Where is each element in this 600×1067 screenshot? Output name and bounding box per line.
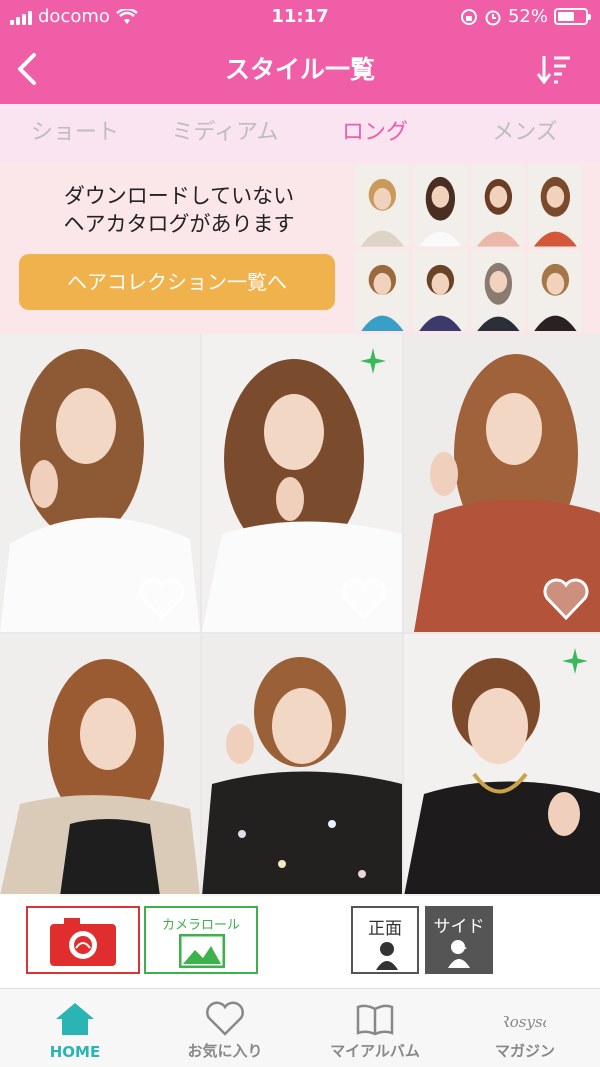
catalog-thumbnails	[355, 165, 583, 331]
status-bar: docomo 11:17 52%	[0, 0, 600, 34]
front-view-button[interactable]: 正面	[351, 906, 419, 974]
catalog-thumb	[470, 165, 526, 247]
style-photo[interactable]	[0, 634, 200, 896]
side-silhouette-icon	[448, 940, 470, 968]
rosysa-logo: Rosysa	[504, 1013, 546, 1031]
new-badge-icon	[360, 348, 386, 374]
catalog-thumb	[470, 249, 526, 331]
category-tabs: ショート ミディアム ロング メンズ	[0, 104, 600, 162]
catalog-thumb	[412, 165, 468, 247]
style-photo[interactable]	[202, 334, 402, 632]
camera-roll-button[interactable]: カメラロール	[144, 906, 258, 974]
side-label: サイド	[433, 917, 485, 937]
download-banner: ダウンロードしていない ヘアカタログがあります ヘアコレクション一覧へ	[0, 162, 600, 334]
catalog-thumb	[412, 249, 468, 331]
book-icon	[356, 1004, 394, 1036]
tab-medium[interactable]: ミディアム	[150, 104, 300, 162]
front-silhouette-icon	[376, 942, 398, 970]
alarm-icon	[485, 10, 501, 25]
banner-message: ダウンロードしていない ヘアカタログがあります	[63, 184, 295, 236]
nav-bar: スタイル一覧	[0, 34, 600, 104]
catalog-thumb	[355, 249, 410, 331]
catalog-thumb	[528, 165, 583, 247]
svg-text:Rosysa: Rosysa	[504, 1013, 546, 1031]
style-photo[interactable]	[404, 634, 600, 896]
sort-icon[interactable]	[536, 52, 572, 86]
heart-icon	[206, 1001, 244, 1036]
battery-icon	[554, 8, 591, 25]
nav-home[interactable]: HOME	[0, 989, 150, 1067]
tab-long[interactable]: ロング	[300, 104, 450, 162]
style-photo[interactable]	[404, 334, 600, 632]
catalog-thumb	[528, 249, 583, 331]
favorite-heart-icon[interactable]	[542, 578, 590, 620]
bottom-tab-bar: HOME お気に入り マイアルバム Rosysa マガジン	[0, 988, 600, 1067]
camera-button[interactable]	[26, 906, 140, 974]
style-grid	[0, 334, 600, 896]
style-photo[interactable]	[202, 634, 402, 896]
page-title: スタイル一覧	[224, 55, 375, 84]
camera-roll-label: カメラロール	[161, 918, 240, 933]
gallery-icon	[179, 934, 225, 968]
style-photo[interactable]	[0, 334, 200, 632]
nav-my-album[interactable]: マイアルバム	[300, 989, 450, 1067]
front-label: 正面	[368, 919, 402, 939]
nav-magazine[interactable]: Rosysa マガジン	[450, 989, 600, 1067]
catalog-thumb	[355, 165, 410, 247]
rotation-lock-icon	[460, 8, 477, 25]
side-view-button[interactable]: サイド	[425, 906, 493, 974]
nav-favorites[interactable]: お気に入り	[150, 989, 300, 1067]
tab-short[interactable]: ショート	[0, 104, 150, 162]
capture-toolbar: カメラロール 正面 サイド	[0, 894, 600, 988]
hair-collection-button[interactable]: ヘアコレクション一覧へ	[19, 254, 335, 310]
tab-mens[interactable]: メンズ	[450, 104, 600, 162]
home-icon	[56, 1003, 94, 1035]
camera-icon	[50, 918, 116, 966]
new-badge-icon	[562, 648, 588, 674]
favorite-heart-icon[interactable]	[340, 578, 388, 620]
battery-percent: 52%	[507, 6, 548, 27]
favorite-heart-icon[interactable]	[138, 578, 186, 620]
